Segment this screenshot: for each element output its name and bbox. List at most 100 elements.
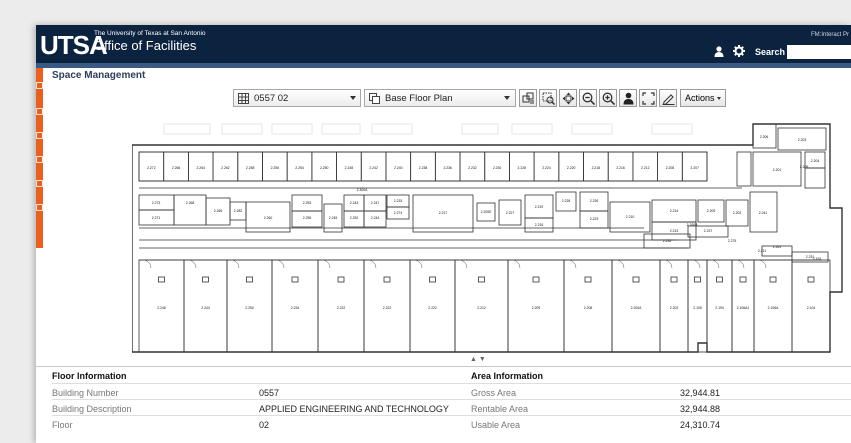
edit-icon[interactable] bbox=[36, 156, 43, 163]
layers-icon bbox=[522, 92, 534, 104]
room-label: 2.264 bbox=[196, 166, 205, 170]
room-label: 2.202 bbox=[670, 306, 679, 310]
door-swing bbox=[615, 259, 625, 269]
markup-button[interactable] bbox=[659, 89, 677, 107]
door-swing bbox=[710, 259, 720, 269]
door-swing bbox=[511, 259, 521, 269]
search-input[interactable] bbox=[787, 45, 851, 59]
room-label: 2.260 bbox=[264, 216, 273, 220]
room-label: 2.233 bbox=[394, 199, 403, 203]
room-label: 2.273 bbox=[152, 201, 161, 205]
room-label: 2.104 bbox=[807, 306, 816, 310]
fullscreen-button[interactable] bbox=[639, 89, 657, 107]
door-swing bbox=[187, 259, 197, 269]
room-label: 2.211 bbox=[758, 249, 766, 253]
select-region-button[interactable] bbox=[539, 89, 557, 107]
zoom-in-button[interactable] bbox=[599, 89, 617, 107]
room-label: 2.222 bbox=[337, 306, 346, 310]
room-label: 2.212 bbox=[641, 166, 650, 170]
floor-select-value: 0557 02 bbox=[254, 93, 289, 104]
building-icon[interactable] bbox=[36, 132, 43, 139]
collapse-handle[interactable]: ▲ ▼ bbox=[470, 356, 486, 363]
rentable-area-value: 32,944.88 bbox=[680, 404, 721, 414]
room-label: 2.228 bbox=[562, 199, 571, 203]
layer-select-value: Base Floor Plan bbox=[385, 93, 453, 104]
room-label: 2.216 bbox=[616, 166, 625, 170]
room-label: 2.261 bbox=[773, 245, 782, 249]
building-number-value: 0557 bbox=[259, 388, 280, 398]
column-mark bbox=[478, 276, 485, 283]
room-label: 2.227 bbox=[506, 211, 515, 215]
column-mark bbox=[383, 276, 391, 283]
actions-menu-button[interactable]: Actions bbox=[680, 89, 726, 107]
room-label: 2.203 bbox=[798, 138, 807, 142]
info-panel: Floor Information Building Number 0557 B… bbox=[36, 366, 851, 443]
room-label: 2.214 bbox=[670, 209, 679, 213]
room-label: 2.241 bbox=[759, 211, 768, 215]
room-label: 2.213 bbox=[670, 229, 679, 233]
chevron-down-icon bbox=[350, 96, 356, 100]
room-label: 2.222 bbox=[383, 306, 392, 310]
room-label: 2.274 bbox=[394, 211, 403, 215]
divider bbox=[471, 383, 851, 384]
column-mark bbox=[532, 276, 540, 283]
room-label: 2.252 bbox=[350, 216, 359, 220]
user-button[interactable] bbox=[619, 89, 637, 107]
layers-button[interactable] bbox=[519, 89, 537, 107]
room-label: 2.247 bbox=[371, 201, 380, 205]
report-icon[interactable] bbox=[36, 180, 43, 187]
header-strip bbox=[36, 63, 851, 68]
room-label: 2.268 bbox=[186, 201, 195, 205]
column-mark bbox=[739, 276, 747, 283]
actions-label: Actions bbox=[685, 93, 715, 103]
chevron-down-icon bbox=[504, 96, 510, 100]
person-icon bbox=[623, 92, 634, 105]
floor-select[interactable]: 0557 02 bbox=[233, 89, 361, 107]
delete-icon[interactable] bbox=[36, 204, 43, 211]
room-label: 2.207 bbox=[690, 166, 699, 170]
room-label: 2.234 bbox=[291, 306, 300, 310]
room-label: 2.250 bbox=[320, 166, 329, 170]
room-label: 2.226 bbox=[590, 199, 599, 203]
column-mark bbox=[716, 276, 723, 283]
column-mark bbox=[246, 276, 253, 283]
pan-button[interactable] bbox=[559, 89, 577, 107]
door-swing bbox=[275, 259, 285, 269]
room-label: 2.209 bbox=[532, 306, 541, 310]
layer-select[interactable]: Base Floor Plan bbox=[364, 89, 516, 107]
room-label: 2.212 bbox=[477, 306, 486, 310]
user-icon[interactable] bbox=[714, 46, 724, 57]
divider bbox=[52, 415, 472, 416]
door-swing bbox=[413, 259, 423, 269]
room-label: 2.255 bbox=[303, 216, 312, 220]
floor-grid-icon bbox=[238, 93, 249, 104]
chevron-down-icon bbox=[717, 97, 721, 100]
room-label: 2.200A bbox=[631, 306, 642, 310]
zoom-out-button[interactable] bbox=[579, 89, 597, 107]
rentable-area-label: Rentable Area bbox=[471, 404, 529, 414]
door-swing bbox=[567, 259, 577, 269]
area-info-title: Area Information bbox=[471, 371, 544, 381]
building-description-label: Building Description bbox=[52, 404, 132, 414]
column-mark bbox=[807, 276, 815, 283]
room-label: 2.205 bbox=[800, 165, 809, 169]
floor-plan-drawing[interactable]: 2.272 2.266 2.264 2.262 2.258 2.256 2.254 2.250… bbox=[132, 122, 851, 355]
room-label: 2.300A bbox=[357, 188, 368, 192]
room-label: 2.244 bbox=[201, 306, 210, 310]
list-icon[interactable] bbox=[36, 108, 43, 115]
door-swing bbox=[321, 259, 331, 269]
room-label: 2.237 bbox=[704, 229, 713, 233]
product-name: FM:Interact Pr bbox=[810, 32, 849, 38]
column-mark bbox=[632, 276, 640, 283]
room-label: 2.106A1 bbox=[737, 306, 750, 310]
room-label: 2.106A bbox=[768, 306, 779, 310]
map-icon[interactable] bbox=[36, 82, 43, 89]
gear-icon[interactable] bbox=[733, 45, 745, 57]
room-label: 2.206 bbox=[760, 135, 769, 139]
room-label: 2.242 bbox=[369, 166, 378, 170]
usable-area-label: Usable Area bbox=[471, 420, 521, 430]
door-swing bbox=[142, 259, 152, 269]
door-swing bbox=[458, 259, 468, 269]
building-description-value: APPLIED ENGINEERING AND TECHNOLOGY bbox=[259, 404, 449, 414]
room-label: 2.194 bbox=[715, 306, 724, 310]
